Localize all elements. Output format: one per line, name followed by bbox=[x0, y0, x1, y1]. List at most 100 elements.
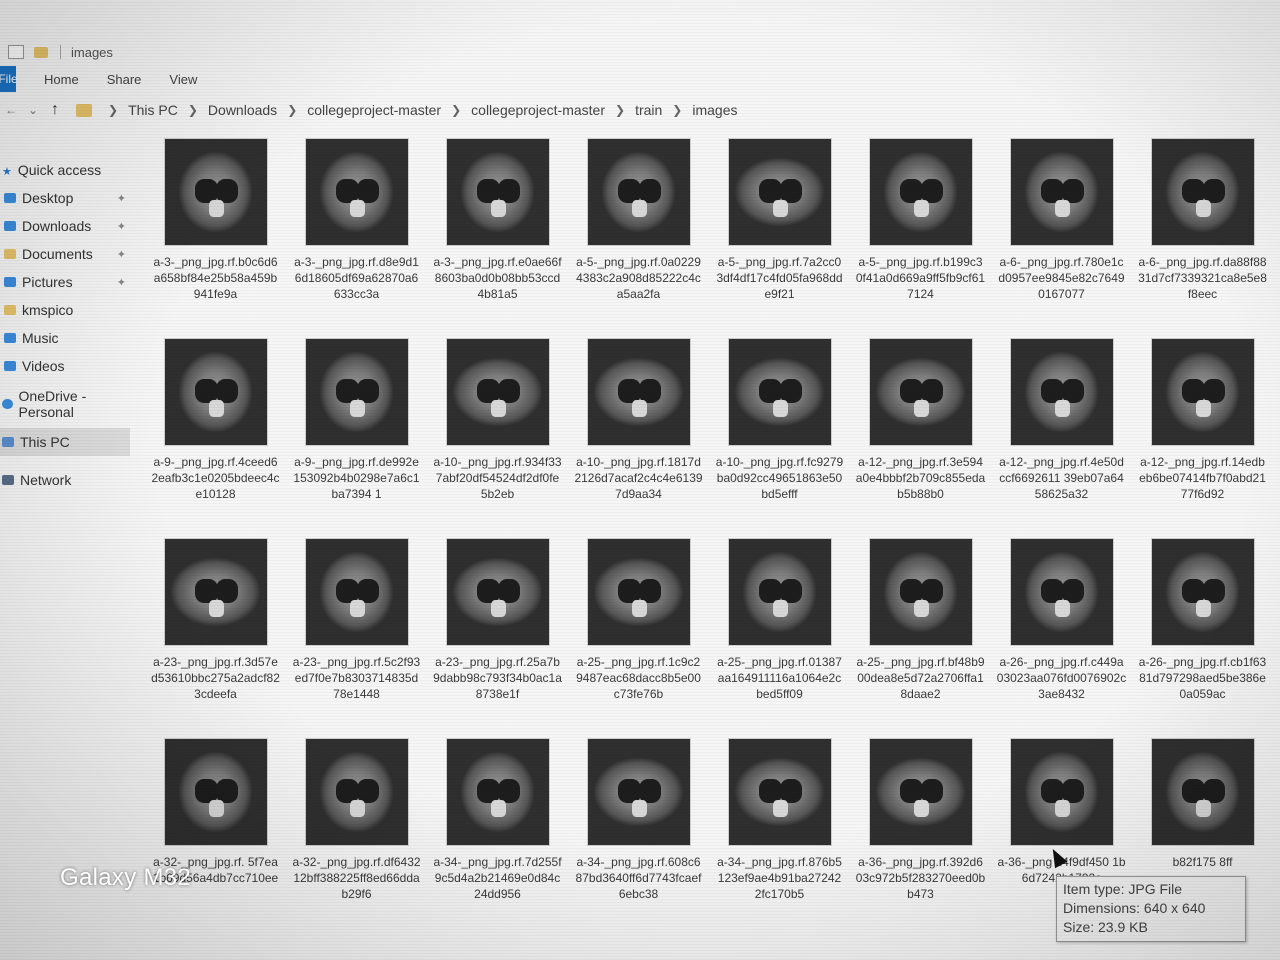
ct-scan-thumbnail[interactable] bbox=[586, 338, 691, 446]
up-arrow-icon[interactable]: ↑ bbox=[44, 101, 66, 119]
file-item[interactable]: a-34-_png_jpg.rf.608c687bd3640ff6d7743fc… bbox=[571, 730, 706, 930]
ct-scan-thumbnail[interactable] bbox=[304, 738, 409, 846]
ct-scan-thumbnail[interactable] bbox=[304, 338, 409, 446]
ct-scan-thumbnail[interactable] bbox=[163, 738, 268, 846]
ct-scan-thumbnail[interactable] bbox=[1009, 738, 1114, 846]
file-item[interactable]: a-12-_png_jpg.rf.14edbeb6be07414fb7f0abd… bbox=[1135, 330, 1270, 530]
nav-kmspico[interactable]: kmspico bbox=[0, 296, 130, 324]
ct-scan-thumbnail[interactable] bbox=[163, 138, 268, 246]
ct-scan-thumbnail[interactable] bbox=[868, 138, 973, 246]
ct-scan-thumbnail[interactable] bbox=[1150, 138, 1255, 246]
breadcrumb-train[interactable]: train bbox=[635, 102, 662, 118]
tab-file[interactable]: File bbox=[0, 66, 18, 92]
pin-icon[interactable]: ✦ bbox=[117, 248, 126, 261]
file-item[interactable]: a-32-_png_jpg.rf. 5f7ea1b69d56a4db7cc710… bbox=[148, 730, 283, 930]
thumbnail-shape bbox=[209, 800, 224, 818]
ct-scan-thumbnail[interactable] bbox=[445, 738, 550, 846]
ct-scan-thumbnail[interactable] bbox=[163, 538, 268, 646]
ct-scan-thumbnail[interactable] bbox=[586, 138, 691, 246]
file-item[interactable]: a-26-_png_jpg.rf.cb1f6381d797298aed5be38… bbox=[1135, 530, 1270, 730]
chevron-right-icon[interactable]: ❯ bbox=[451, 103, 461, 117]
breadcrumb-images[interactable]: images bbox=[692, 102, 737, 118]
ct-scan-thumbnail[interactable] bbox=[304, 138, 409, 246]
ct-scan-thumbnail[interactable] bbox=[445, 138, 550, 246]
chevron-right-icon[interactable]: ❯ bbox=[672, 103, 682, 117]
file-item[interactable]: a-25-_png_jpg.rf.bf48b900dea8e5d72a2706f… bbox=[853, 530, 988, 730]
ct-scan-thumbnail[interactable] bbox=[445, 538, 550, 646]
file-item[interactable]: a-9-_png_jpg.rf.4ceed62eafb3c1e0205bdeec… bbox=[148, 330, 283, 530]
file-item[interactable]: a-9-_png_jpg.rf.de992e153092b4b0298e7a6c… bbox=[289, 330, 424, 530]
breadcrumb-collegeproject-master[interactable]: collegeproject-master bbox=[307, 102, 441, 118]
ct-scan-thumbnail[interactable] bbox=[868, 338, 973, 446]
file-item[interactable]: a-23-_png_jpg.rf.5c2f93ed7f0e7b830371483… bbox=[289, 530, 424, 730]
file-item[interactable]: a-5-_png_jpg.rf.7a2cc03df4df17c4fd05fa96… bbox=[712, 130, 847, 330]
nav-videos[interactable]: Videos bbox=[0, 352, 130, 380]
file-item[interactable]: a-23-_png_jpg.rf.3d57ed53610bbc275a2adcf… bbox=[148, 530, 283, 730]
file-item[interactable]: a-3-_png_jpg.rf.e0ae66f8603ba0d0b08bb53c… bbox=[430, 130, 565, 330]
ct-scan-thumbnail[interactable] bbox=[1009, 338, 1114, 446]
breadcrumb-this-pc[interactable]: This PC bbox=[128, 102, 178, 118]
thumbnail-shape bbox=[209, 200, 224, 218]
file-item[interactable]: a-3-_png_jpg.rf.b0c6d6a658bf84e25b58a459… bbox=[148, 130, 283, 330]
file-item[interactable]: a-34-_png_jpg.rf.7d255f9c5d4a2b21469e0d8… bbox=[430, 730, 565, 930]
recent-locations-chevron-icon[interactable]: ⌄ bbox=[22, 103, 44, 117]
nav-music[interactable]: Music bbox=[0, 324, 130, 352]
file-item[interactable]: a-23-_png_jpg.rf.25a7b9dabb98c793f34b0ac… bbox=[430, 530, 565, 730]
pin-icon[interactable]: ✦ bbox=[117, 276, 126, 289]
tab-view[interactable]: View bbox=[169, 72, 197, 87]
ct-scan-thumbnail[interactable] bbox=[163, 338, 268, 446]
ct-scan-thumbnail[interactable] bbox=[1150, 338, 1255, 446]
ct-scan-thumbnail[interactable] bbox=[1150, 538, 1255, 646]
nav-quick-access[interactable]: ★ Quick access bbox=[0, 156, 130, 184]
chevron-right-icon[interactable]: ❯ bbox=[188, 103, 198, 117]
nav-pictures[interactable]: Pictures ✦ bbox=[0, 268, 130, 296]
ct-scan-thumbnail[interactable] bbox=[727, 538, 832, 646]
ct-scan-thumbnail[interactable] bbox=[1009, 538, 1114, 646]
file-item[interactable]: a-26-_png_jpg.rf.c449a03023aa076fd007690… bbox=[994, 530, 1129, 730]
ct-scan-thumbnail[interactable] bbox=[727, 738, 832, 846]
thumbnail-shape bbox=[356, 179, 379, 203]
file-item[interactable]: a-10-_png_jpg.rf.fc9279ba0d92cc49651863e… bbox=[712, 330, 847, 530]
chevron-right-icon[interactable]: ❯ bbox=[108, 103, 118, 117]
file-item[interactable]: a-25-_png_jpg.rf.1c9c29487eac68dacc8b5e0… bbox=[571, 530, 706, 730]
file-item[interactable]: a-32-_png_jpg.rf.df643212bff388225ff8ed6… bbox=[289, 730, 424, 930]
ct-scan-thumbnail[interactable] bbox=[1009, 138, 1114, 246]
file-item[interactable]: a-34-_png_jpg.rf.876b5123ef9ae4b91ba2724… bbox=[712, 730, 847, 930]
file-item[interactable]: a-6-_png_jpg.rf.da88f8831d7cf7339321ca8e… bbox=[1135, 130, 1270, 330]
nav-network[interactable]: Network bbox=[0, 466, 130, 494]
nav-this-pc[interactable]: This PC bbox=[0, 428, 130, 456]
back-arrow-icon[interactable]: ← bbox=[0, 103, 22, 117]
nav-onedrive[interactable]: OneDrive - Personal bbox=[0, 388, 130, 420]
chevron-right-icon[interactable]: ❯ bbox=[287, 103, 297, 117]
pin-icon[interactable]: ✦ bbox=[117, 220, 126, 233]
file-item[interactable]: a-12-_png_jpg.rf.4e50dccf6692611 39eb07a… bbox=[994, 330, 1129, 530]
file-item[interactable]: a-10-_png_jpg.rf.934f337abf20df54524df2d… bbox=[430, 330, 565, 530]
nav-documents[interactable]: Documents ✦ bbox=[0, 240, 130, 268]
ct-scan-thumbnail[interactable] bbox=[445, 338, 550, 446]
file-item[interactable]: a-5-_png_jpg.rf.b199c30f41a0d669a9ff5fb9… bbox=[853, 130, 988, 330]
file-item[interactable]: a-12-_png_jpg.rf.3e594a0e4bbbf2b709c855e… bbox=[853, 330, 988, 530]
ct-scan-thumbnail[interactable] bbox=[586, 538, 691, 646]
tab-home[interactable]: Home bbox=[44, 72, 79, 87]
breadcrumb-collegeproject-master-inner[interactable]: collegeproject-master bbox=[471, 102, 605, 118]
file-item[interactable]: a-36-_png_jpg.rf.392d603c972b5f283270eed… bbox=[853, 730, 988, 930]
ct-scan-thumbnail[interactable] bbox=[1150, 738, 1255, 846]
chevron-right-icon[interactable]: ❯ bbox=[615, 103, 625, 117]
file-item[interactable]: a-25-_png_jpg.rf.01387aa164911116a1064e2… bbox=[712, 530, 847, 730]
ct-scan-thumbnail[interactable] bbox=[868, 738, 973, 846]
ct-scan-thumbnail[interactable] bbox=[304, 538, 409, 646]
thumbnail-shape bbox=[209, 600, 224, 618]
breadcrumb-downloads[interactable]: Downloads bbox=[208, 102, 277, 118]
file-item[interactable]: a-10-_png_jpg.rf.1817d2126d7acaf2c4c4e61… bbox=[571, 330, 706, 530]
pin-icon[interactable]: ✦ bbox=[117, 192, 126, 205]
ct-scan-thumbnail[interactable] bbox=[586, 738, 691, 846]
tab-share[interactable]: Share bbox=[107, 72, 142, 87]
file-item[interactable]: a-6-_png_jpg.rf.780e1cd0957ee9845e82c764… bbox=[994, 130, 1129, 330]
ct-scan-thumbnail[interactable] bbox=[727, 138, 832, 246]
nav-desktop[interactable]: Desktop ✦ bbox=[0, 184, 130, 212]
ct-scan-thumbnail[interactable] bbox=[868, 538, 973, 646]
file-item[interactable]: a-3-_png_jpg.rf.d8e9d16d18605df69a62870a… bbox=[289, 130, 424, 330]
file-item[interactable]: a-5-_png_jpg.rf.0a02294383c2a908d85222c4… bbox=[571, 130, 706, 330]
nav-downloads[interactable]: Downloads ✦ bbox=[0, 212, 130, 240]
ct-scan-thumbnail[interactable] bbox=[727, 338, 832, 446]
